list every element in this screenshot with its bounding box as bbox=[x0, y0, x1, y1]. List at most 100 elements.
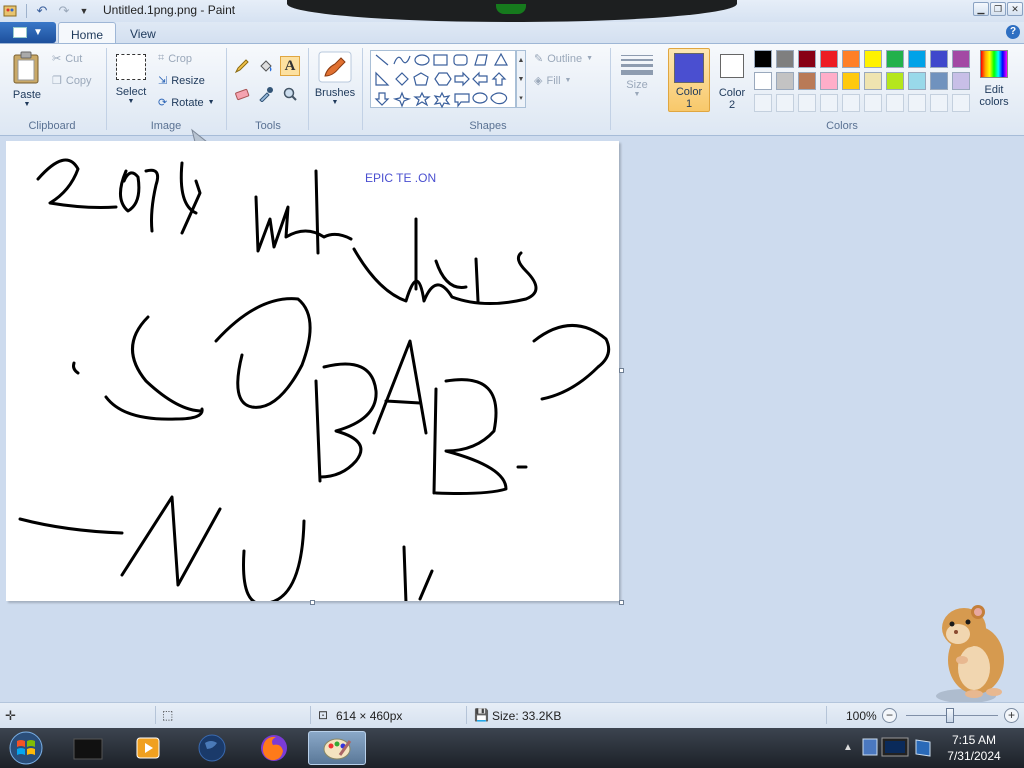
paint-menu-button[interactable]: ▼ bbox=[0, 22, 56, 43]
color-swatch[interactable] bbox=[930, 72, 948, 90]
hamster-desktop-pet[interactable] bbox=[918, 598, 1010, 704]
chevron-down-icon: ▼ bbox=[127, 98, 135, 105]
fill-bucket-icon[interactable] bbox=[256, 56, 276, 76]
close-button[interactable]: ✕ bbox=[1007, 2, 1023, 16]
rotate-icon: ⟳ bbox=[158, 97, 168, 109]
color-swatch[interactable] bbox=[908, 72, 926, 90]
pencil-icon[interactable] bbox=[232, 56, 252, 76]
color-swatch[interactable] bbox=[820, 50, 838, 68]
color-swatch[interactable] bbox=[842, 72, 860, 90]
paste-button[interactable]: Paste ▼ bbox=[10, 50, 44, 108]
color-swatch[interactable] bbox=[908, 50, 926, 68]
magnifier-icon[interactable] bbox=[280, 84, 300, 104]
color-swatch[interactable] bbox=[864, 50, 882, 68]
canvas-resize-handle[interactable] bbox=[619, 600, 624, 605]
taskbar-paint[interactable] bbox=[308, 731, 366, 765]
eraser-icon[interactable] bbox=[232, 84, 252, 104]
rotate-button[interactable]: ⟳ Rotate ▼ bbox=[158, 96, 215, 110]
canvas-resize-handle[interactable] bbox=[310, 600, 315, 605]
color-swatch[interactable] bbox=[754, 72, 772, 90]
cut-button[interactable]: ✂ Cut bbox=[52, 52, 83, 66]
color-swatch[interactable] bbox=[798, 72, 816, 90]
shapes-scroll[interactable]: ▲ ▼ ▾ bbox=[516, 50, 526, 108]
custom-color-slot[interactable] bbox=[930, 94, 948, 112]
custom-color-slot[interactable] bbox=[864, 94, 882, 112]
custom-color-slot[interactable] bbox=[842, 94, 860, 112]
color-swatch[interactable] bbox=[776, 50, 794, 68]
selection-size-icon: ⬚ bbox=[162, 708, 174, 722]
status-divider bbox=[826, 706, 827, 724]
color1-number: 1 bbox=[685, 98, 693, 110]
custom-color-slot[interactable] bbox=[798, 94, 816, 112]
chevron-down-icon: ▼ bbox=[23, 101, 31, 108]
color-swatch[interactable] bbox=[952, 50, 970, 68]
outline-button[interactable]: ✎ Outline ▼ bbox=[534, 52, 593, 66]
fill-icon: ◈ bbox=[534, 75, 543, 87]
resize-button[interactable]: ⇲ Resize bbox=[158, 74, 205, 88]
color-picker-icon[interactable] bbox=[256, 84, 276, 104]
fill-button[interactable]: ◈ Fill ▼ bbox=[534, 74, 571, 88]
text-tool-icon[interactable]: A bbox=[280, 56, 300, 76]
color-swatch[interactable] bbox=[864, 72, 882, 90]
redo-icon[interactable]: ↷ bbox=[56, 3, 72, 19]
status-divider bbox=[310, 706, 311, 724]
color-swatch[interactable] bbox=[886, 72, 904, 90]
custom-color-slot[interactable] bbox=[754, 94, 772, 112]
taskbar-terminal-app[interactable] bbox=[62, 731, 114, 765]
paste-label: Paste bbox=[12, 89, 42, 101]
color-swatch[interactable] bbox=[754, 50, 772, 68]
globe-icon bbox=[198, 734, 226, 762]
brushes-button[interactable]: Brushes ▼ bbox=[313, 50, 357, 110]
copy-icon: ❐ bbox=[52, 75, 62, 87]
tools-group-label: Tools bbox=[255, 120, 281, 132]
tray-flag-icon[interactable] bbox=[912, 736, 934, 760]
select-button[interactable]: Select ▼ bbox=[112, 52, 150, 110]
tray-network-icon[interactable] bbox=[860, 734, 880, 760]
drawing-canvas[interactable]: EPIC TE .ON bbox=[6, 141, 619, 601]
color-swatch[interactable] bbox=[776, 72, 794, 90]
undo-icon[interactable]: ↶ bbox=[34, 3, 50, 19]
tray-expand-icon[interactable]: ▲ bbox=[840, 732, 856, 764]
color-swatch[interactable] bbox=[842, 50, 860, 68]
color-swatch[interactable] bbox=[886, 50, 904, 68]
window-title: Untitled.1png.png - Paint bbox=[103, 3, 236, 17]
scribble-windows bbox=[254, 195, 353, 253]
status-divider bbox=[155, 706, 156, 724]
tab-home[interactable]: Home bbox=[58, 22, 117, 44]
color2-button[interactable]: Color 2 bbox=[712, 48, 752, 112]
tab-view[interactable]: View bbox=[118, 22, 168, 44]
minimize-button[interactable]: ▁ bbox=[973, 2, 989, 16]
taskbar-firefox[interactable] bbox=[248, 731, 300, 765]
paint-app-icon[interactable] bbox=[2, 3, 18, 19]
crop-icon: ⌗ bbox=[158, 52, 165, 64]
custom-color-slot[interactable] bbox=[820, 94, 838, 112]
start-button[interactable] bbox=[6, 730, 46, 766]
color-swatch[interactable] bbox=[820, 72, 838, 90]
cut-label: Cut bbox=[65, 52, 83, 65]
taskbar-globe-app[interactable] bbox=[186, 731, 238, 765]
edit-colors-button[interactable]: Edit colors bbox=[976, 50, 1012, 112]
taskbar-clock[interactable]: 7:15 AM 7/31/2024 bbox=[942, 732, 1006, 764]
color1-button[interactable]: Color 1 bbox=[668, 48, 710, 112]
custom-color-slot[interactable] bbox=[776, 94, 794, 112]
customize-qat-icon[interactable]: ▼ bbox=[76, 3, 92, 19]
zoom-in-button[interactable]: + bbox=[1004, 708, 1019, 723]
color-swatch[interactable] bbox=[952, 72, 970, 90]
custom-color-slot[interactable] bbox=[952, 94, 970, 112]
fill-label: Fill bbox=[546, 74, 561, 87]
crop-button[interactable]: ⌗ Crop bbox=[158, 52, 192, 65]
help-icon[interactable]: ? bbox=[1006, 25, 1020, 39]
restore-button[interactable]: ❐ bbox=[990, 2, 1006, 16]
zoom-out-button[interactable]: − bbox=[882, 708, 897, 723]
canvas-resize-handle[interactable] bbox=[619, 368, 624, 373]
copy-button[interactable]: ❐ Copy bbox=[52, 74, 92, 88]
color-swatch[interactable] bbox=[930, 50, 948, 68]
size-button[interactable]: Size ▼ bbox=[617, 52, 657, 110]
zoom-slider-thumb[interactable] bbox=[946, 708, 954, 723]
tray-monitor-icon[interactable] bbox=[880, 734, 910, 760]
color-swatch[interactable] bbox=[798, 50, 816, 68]
custom-color-slot[interactable] bbox=[886, 94, 904, 112]
custom-color-slot[interactable] bbox=[908, 94, 926, 112]
group-divider bbox=[610, 48, 611, 130]
taskbar-media-app[interactable] bbox=[122, 731, 174, 765]
